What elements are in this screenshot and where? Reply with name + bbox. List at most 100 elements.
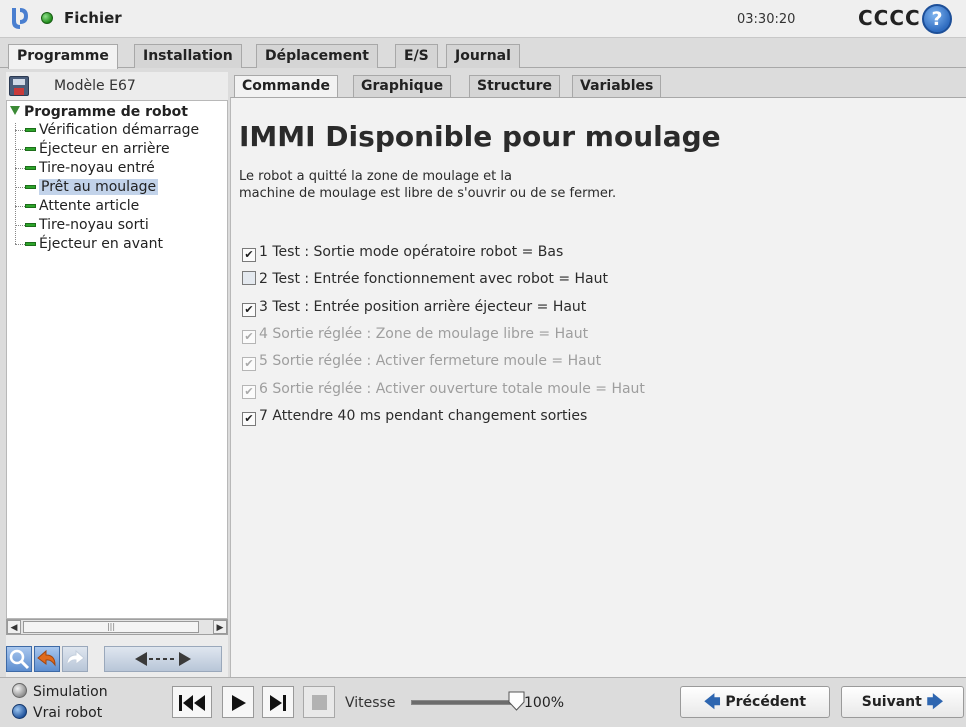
tree-item[interactable]: Tire-noyau entré xyxy=(15,160,155,179)
previous-label: Précédent xyxy=(725,694,807,710)
check-label: 7 Attendre 40 ms pendant changement sort… xyxy=(259,407,588,424)
scroll-thumb[interactable]: ||| xyxy=(23,621,199,633)
tree-item[interactable]: Éjecteur en arrière xyxy=(15,141,170,160)
clock: 03:30:20 xyxy=(737,12,796,27)
scroll-right-icon[interactable]: ▶ xyxy=(213,620,227,634)
play-icon xyxy=(232,695,246,711)
tree-root[interactable]: Programme de robot xyxy=(10,104,188,120)
stop-button[interactable] xyxy=(303,686,335,718)
description-line: machine de moulage est libre de s'ouvrir… xyxy=(239,186,617,201)
tree-item-selected[interactable]: Prêt au moulage xyxy=(15,179,159,198)
tree-item[interactable]: Vérification démarrage xyxy=(15,122,199,141)
real-robot-radio[interactable]: Vrai robot xyxy=(12,704,102,721)
tab-journal[interactable]: Journal xyxy=(446,44,520,68)
file-menu[interactable]: Fichier xyxy=(64,9,122,27)
tab-es[interactable]: E/S xyxy=(395,44,438,68)
tab-variables[interactable]: Variables xyxy=(572,75,662,97)
robot-status-indicator xyxy=(41,12,53,24)
checkbox-checked-icon[interactable]: ✔ xyxy=(242,411,256,426)
help-button[interactable]: ? xyxy=(922,4,952,34)
node-title: IMMI Disponible pour moulage xyxy=(239,120,721,153)
command-content: IMMI Disponible pour moulage Le robot a … xyxy=(230,97,966,677)
checkbox-checked-icon[interactable]: ✔ xyxy=(242,248,256,262)
next-button[interactable]: Suivant 🡆 xyxy=(841,686,964,718)
real-robot-radio-icon[interactable] xyxy=(12,704,27,719)
expand-triangle-icon[interactable] xyxy=(10,106,20,115)
tree-item-label: Attente article xyxy=(39,198,140,214)
simulation-radio-icon[interactable] xyxy=(12,683,27,698)
top-bar: Fichier 03:30:20 CCCC ? xyxy=(0,0,966,38)
tree-root-label: Programme de robot xyxy=(24,104,188,120)
rewind-button[interactable] xyxy=(172,686,212,718)
next-label: Suivant xyxy=(861,694,922,710)
main-tabs: Programme Installation Déplacement E/S J… xyxy=(0,38,966,69)
tree-item-label: Éjecteur en avant xyxy=(39,236,163,252)
search-button[interactable] xyxy=(6,646,32,672)
speed-slider-knob-icon[interactable] xyxy=(508,691,525,711)
model-name: Modèle E67 xyxy=(54,78,136,94)
save-icon[interactable] xyxy=(9,76,29,96)
node-description: Le robot a quitté la zone de moulage et … xyxy=(239,168,616,202)
tab-deplacement[interactable]: Déplacement xyxy=(256,44,378,68)
model-row[interactable]: Modèle E67 xyxy=(6,72,228,100)
speed-value: 100% xyxy=(524,695,565,711)
tree-item[interactable]: Attente article xyxy=(15,198,139,217)
tab-installation[interactable]: Installation xyxy=(134,44,242,68)
node-bar-icon xyxy=(25,166,36,170)
tree-toolbar xyxy=(6,642,228,676)
undo-icon xyxy=(37,649,56,667)
play-button[interactable] xyxy=(222,686,254,718)
step-button[interactable] xyxy=(262,686,294,718)
tree-item-label: Tire-noyau entré xyxy=(39,160,155,176)
arrow-left-icon: 🡄 xyxy=(703,692,721,711)
check-row[interactable]: ✔ 3 Test : Entrée position arrière éjecte… xyxy=(242,299,586,319)
description-line: Le robot a quitté la zone de moulage et … xyxy=(239,169,512,184)
robot-name: CCCC xyxy=(858,6,921,30)
check-row: ✔ 4 Sortie réglée : Zone de moulage libre… xyxy=(242,326,588,346)
scroll-left-icon[interactable]: ◀ xyxy=(7,620,21,634)
horizontal-scrollbar[interactable]: ◀ ||| ▶ xyxy=(6,619,228,635)
checkbox-unchecked-icon[interactable] xyxy=(242,271,256,286)
bottom-bar: Simulation Vrai robot Vitesse 100% 🡄 Pré… xyxy=(0,677,966,727)
program-tree-panel: Modèle E67 Programme de robot Vérificati… xyxy=(6,72,228,677)
check-label: 4 Sortie réglée : Zone de moulage libre … xyxy=(259,325,589,342)
speed-slider-fill xyxy=(412,701,510,704)
move-node-button[interactable] xyxy=(104,646,222,672)
node-bar-icon xyxy=(25,223,36,227)
check-label: 1 Test : Sortie mode opératoire robot = … xyxy=(259,244,564,260)
tab-graphique[interactable]: Graphique xyxy=(353,75,452,97)
node-bar-icon xyxy=(25,185,36,189)
node-bar-icon xyxy=(25,242,36,246)
command-panel: Commande Graphique Structure Variables I… xyxy=(230,68,966,677)
program-tree: Programme de robot Vérification démarrag… xyxy=(6,100,228,619)
previous-button[interactable]: 🡄 Précédent xyxy=(680,686,830,718)
redo-button[interactable] xyxy=(62,646,88,672)
tab-structure[interactable]: Structure xyxy=(469,75,561,97)
arrow-right-icon: 🡆 xyxy=(926,692,944,711)
checkbox-checked-icon: ✔ xyxy=(242,329,256,344)
check-row: ✔ 6 Sortie réglée : Activer ouverture tot… xyxy=(242,381,645,401)
check-row[interactable]: ✔ 1 Test : Sortie mode opératoire robot =… xyxy=(242,244,563,264)
check-row[interactable]: 2 Test : Entrée fonctionnement avec robo… xyxy=(242,271,608,291)
speed-label: Vitesse xyxy=(345,695,396,711)
tab-commande[interactable]: Commande xyxy=(234,75,338,98)
help-icon: ? xyxy=(931,8,943,30)
speed-slider[interactable] xyxy=(411,700,511,705)
step-icon xyxy=(270,695,286,711)
tree-item[interactable]: Éjecteur en avant xyxy=(15,236,163,255)
stop-icon xyxy=(312,695,327,710)
tree-item-label: Tire-noyau sorti xyxy=(39,217,149,233)
check-label: 6 Sortie réglée : Activer ouverture tota… xyxy=(259,380,645,397)
tree-item[interactable]: Tire-noyau sorti xyxy=(15,217,149,236)
check-label: 3 Test : Entrée position arrière éjecteu… xyxy=(259,298,587,315)
checkbox-checked-icon[interactable]: ✔ xyxy=(242,302,256,317)
node-bar-icon xyxy=(25,147,36,151)
check-row[interactable]: ✔ 7 Attendre 40 ms pendant changement sor… xyxy=(242,408,587,428)
redo-icon xyxy=(66,649,85,667)
ur-logo-icon xyxy=(12,8,28,29)
tree-item-label: Éjecteur en arrière xyxy=(39,141,170,157)
simulation-radio[interactable]: Simulation xyxy=(12,683,108,700)
tab-programme[interactable]: Programme xyxy=(8,44,118,69)
tree-item-label: Vérification démarrage xyxy=(39,122,200,138)
undo-button[interactable] xyxy=(34,646,60,672)
